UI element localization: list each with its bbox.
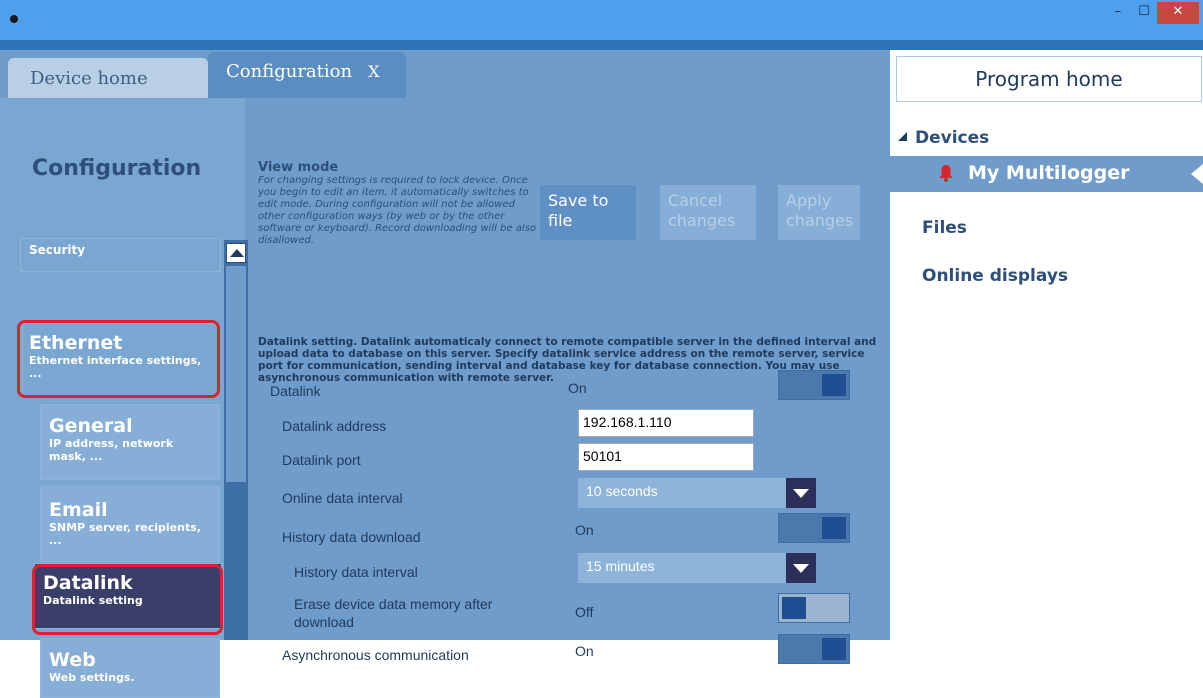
datalink-toggle[interactable] — [778, 370, 850, 400]
files-link[interactable]: Files — [922, 218, 967, 238]
toggle-knob — [782, 597, 806, 619]
devices-label: Devices — [915, 128, 990, 148]
toggle-knob — [822, 374, 846, 396]
selection-notch — [1191, 164, 1203, 184]
tab-configuration-label: Configuration — [226, 61, 353, 82]
online-interval-select[interactable]: 10 seconds — [578, 478, 816, 508]
nav-item-title: Email — [49, 499, 108, 521]
datalink-value: On — [568, 380, 587, 396]
nav-item-general[interactable]: General IP address, network mask, ... — [40, 404, 220, 480]
erase-memory-toggle[interactable] — [778, 593, 850, 623]
chevron-down-icon[interactable] — [786, 553, 816, 583]
tab-configuration[interactable]: Configuration X — [208, 52, 406, 98]
erase-memory-value: Off — [575, 604, 594, 620]
apply-changes-button[interactable]: Apply changes — [778, 185, 860, 240]
minimize-button[interactable]: – — [1105, 2, 1131, 24]
top-band — [0, 40, 1203, 50]
nav-item-title: Web — [49, 649, 96, 671]
nav-item-subtitle: SNMP server, recipients, ... — [49, 521, 201, 547]
view-mode-text: For changing settings is required to loc… — [258, 175, 537, 246]
main-panel: Device home Configuration X Configuration… — [0, 50, 890, 698]
device-item[interactable]: My Multilogger — [890, 156, 1203, 192]
async-toggle[interactable] — [778, 634, 850, 664]
async-value: On — [575, 643, 594, 659]
right-panel: Program home Devices My Multilogger File… — [890, 50, 1203, 640]
nav-item-subtitle: Web settings. — [49, 671, 135, 684]
bell-icon — [939, 165, 953, 182]
toggle-knob — [822, 517, 846, 539]
toggle-knob — [822, 638, 846, 660]
history-download-label: History data download — [282, 529, 421, 545]
save-to-file-button[interactable]: Save to file — [540, 185, 636, 240]
online-interval-label: Online data interval — [282, 490, 403, 506]
view-mode-title: View mode — [258, 160, 339, 175]
highlight-outline — [17, 320, 220, 398]
datalink-address-label: Datalink address — [282, 418, 387, 434]
async-label: Asynchronous communication — [282, 647, 469, 663]
datalink-address-input[interactable]: 192.168.1.110 — [578, 409, 754, 437]
highlight-outline — [32, 564, 223, 635]
nav-item-title: General — [49, 415, 133, 437]
config-content: Configuration Security Ethernet Ethernet… — [0, 98, 890, 698]
config-title: Configuration — [32, 156, 202, 181]
tab-device-home[interactable]: Device home — [8, 58, 208, 98]
chevron-down-icon[interactable] — [786, 478, 816, 508]
nav-item-web[interactable]: Web Web settings. — [40, 638, 220, 698]
history-interval-label: History data interval — [294, 564, 418, 580]
scroll-thumb[interactable] — [226, 266, 246, 482]
nav-item-security[interactable]: Security — [20, 238, 221, 272]
history-interval-select[interactable]: 15 minutes — [578, 553, 816, 583]
datalink-label: Datalink — [270, 383, 321, 399]
datalink-port-label: Datalink port — [282, 452, 361, 468]
erase-memory-label: Erase device data memory after download — [294, 596, 493, 630]
online-displays-link[interactable]: Online displays — [922, 266, 1068, 286]
title-bar: – ☐ ✕ — [0, 0, 1203, 40]
expand-triangle-icon — [898, 132, 907, 141]
cancel-changes-button[interactable]: Cancel changes — [660, 185, 756, 240]
device-name: My Multilogger — [968, 162, 1130, 184]
maximize-button[interactable]: ☐ — [1131, 2, 1157, 24]
app-icon — [10, 15, 18, 23]
datalink-port-input[interactable]: 50101 — [578, 443, 754, 471]
scroll-up-icon[interactable] — [226, 243, 246, 263]
history-download-toggle[interactable] — [778, 513, 850, 543]
close-button[interactable]: ✕ — [1157, 2, 1199, 24]
nav-item-subtitle: IP address, network mask, ... — [49, 437, 174, 463]
devices-header[interactable]: Devices — [898, 128, 989, 148]
program-home-button[interactable]: Program home — [896, 56, 1202, 102]
nav-item-email[interactable]: Email SNMP server, recipients, ... — [40, 486, 220, 562]
history-interval-value: 15 minutes — [586, 558, 655, 574]
tab-close-icon[interactable]: X — [368, 62, 379, 81]
online-interval-value: 10 seconds — [586, 483, 658, 499]
history-download-value: On — [575, 522, 594, 538]
